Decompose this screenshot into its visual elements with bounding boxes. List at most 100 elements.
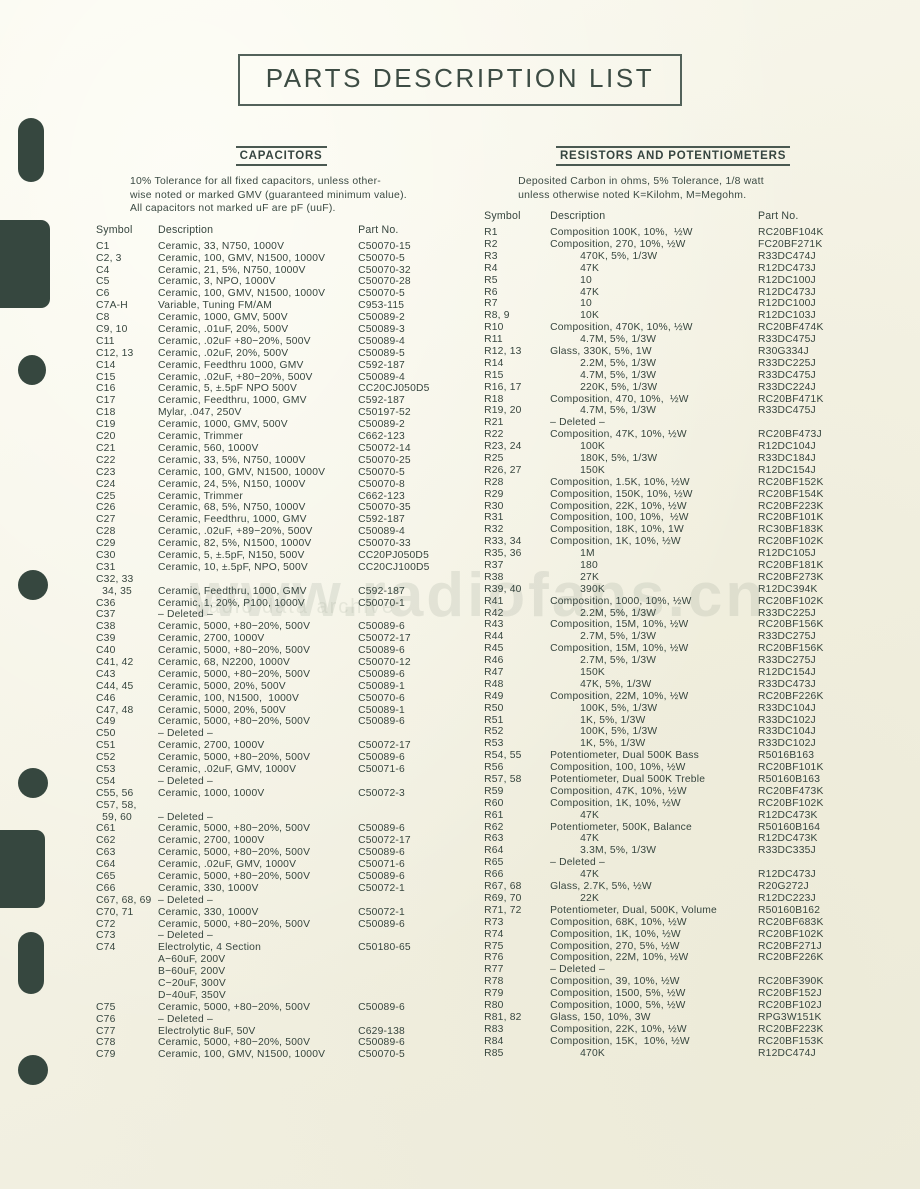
capacitors-description: Ceramic, Feedthru 1000, GMV [158,359,304,371]
table-row: R48 47K, 5%, 1/3W R33DC473J [484,678,862,692]
capacitors-part-number [358,967,466,979]
resistors-table-body: R1 Composition 100K, 10%, ½W RC20BF104K R2 C… [484,227,862,1061]
table-row: R19, 20 4.7M, 5%, 1/3W R33DC475J [484,406,862,418]
resistors-description: 220K, 5%, 1/3W [580,381,658,393]
table-row: C23 Ceramic, 100, GMV, N1500, 1000V C50070… [96,466,466,480]
resistors-column: RESISTORS AND POTENTIOMETERS Deposited C… [484,146,862,1062]
capacitors-description: Ceramic, 100, GMV, N1500, 1000V [158,466,326,478]
capacitors-part-number: C592-187 [358,585,405,597]
capacitors-part-number: C50070-25 [358,454,411,466]
capacitors-part-number: C50070-5 [358,466,405,478]
table-row: R64 3.3M, 5%, 1/3W R33DC335J [484,846,862,858]
resistors-description: Composition, 1.5K, 10%, ½W [550,476,690,488]
capacitors-description: Ceramic, 5000, +80−20%, 500V [158,668,311,680]
resistors-symbol: R83 [484,1023,504,1035]
resistors-table: Symbol Description Part No. R1 Compositio… [484,211,862,1060]
capacitors-col-description: Description [158,224,214,237]
capacitors-description: Ceramic, 330, 1000V [158,906,259,918]
capacitors-part-number: CC20CJ100D5 [358,561,430,573]
resistors-part-number: R33DC473J [758,678,816,690]
capacitors-description: Ceramic, 10, ±.5pF, NPO, 500V [158,561,308,573]
resistors-section-header: RESISTORS AND POTENTIOMETERS [484,146,862,166]
table-row: C57, 58, [96,800,466,813]
table-row: R85 470K R12DC474J [484,1047,862,1061]
capacitors-part-number [358,1015,466,1027]
capacitors-description: – Deleted – [158,1013,213,1025]
resistors-description: Potentiometer, Dual, 500K, Volume [550,904,717,916]
capacitors-table: Symbol Description Part No. C1 Ceramic, 3… [96,225,466,1062]
table-row: R28 Composition, 1.5K, 10%, ½W RC20BF152K [484,476,862,490]
resistors-part-number: R12DC473J [758,262,816,274]
resistors-symbol: R49 [484,690,504,702]
capacitors-part-number: C50072-3 [358,787,405,799]
capacitors-symbol: C23 [96,466,116,478]
table-row: C67, 68, 69 – Deleted – [96,895,466,908]
table-row: R84 Composition, 15K, 10%, ½W RC20BF153K [484,1035,862,1049]
capacitors-description: Ceramic, Feedthru, 1000, GMV [158,585,307,597]
resistors-description: Composition, 1000, 10%, ½W [550,595,692,607]
resistors-part-number: R33DC475J [758,405,816,417]
capacitors-description: Ceramic, .02uF, 20%, 500V [158,347,289,359]
resistors-symbol: R71, 72 [484,904,522,916]
resistors-part-number: RC20BF102K [758,797,824,809]
resistors-symbol: R15 [484,369,504,381]
capacitors-symbol: C74 [96,942,116,954]
resistors-part-number: R12DC154J [758,464,816,476]
resistors-part-number: RPG3W151K [758,1011,822,1023]
resistors-symbol: R74 [484,928,504,940]
punch-round-4 [18,1055,48,1085]
resistors-part-number: RC20BF226K [758,952,824,964]
capacitors-description: Ceramic, 330, 1000V [158,882,259,894]
capacitors-part-number [358,801,466,813]
resistors-description: Composition, 15K, 10%, ½W [550,1035,690,1047]
resistors-symbol: R38 [484,571,504,583]
capacitors-part-number: C50089-6 [358,1001,405,1013]
resistors-description: 27K [580,571,600,583]
capacitors-part-number: C50070-8 [358,478,405,490]
resistors-part-number: R33DC224J [758,381,816,393]
table-row: R39, 40 390K R12DC394K [484,583,862,597]
resistors-heading: RESISTORS AND POTENTIOMETERS [555,146,791,166]
resistors-part-number: R12DC473K [758,809,818,821]
table-row: C74 Electrolytic, 4 Section C50180-65 [96,943,466,955]
resistors-description: 150K [580,464,605,476]
resistors-symbol: R3 [484,250,498,262]
capacitors-part-number: C50072-1 [358,906,405,918]
table-row: C6 Ceramic, 100, GMV, N1500, 1000V C50070-… [96,289,466,301]
resistors-symbol: R73 [484,916,504,928]
capacitors-symbol: C46 [96,692,116,704]
resistors-description: 390K [580,583,605,595]
page-title-box: PARTS DESCRIPTION LIST [237,54,683,106]
table-row: C55, 56 Ceramic, 1000, 1000V C50072-3 [96,787,466,801]
capacitors-part-number: C50089-5 [358,347,405,359]
capacitors-symbol: 34, 35 [96,585,132,597]
table-row: C12, 13 Ceramic, .02uF, 20%, 500V C50089-5 [96,347,466,361]
resistors-symbol: R14 [484,357,504,369]
capacitors-symbol: C1 [96,240,110,252]
resistors-symbol: R5 [484,274,498,286]
resistors-symbol: R84 [484,1035,504,1047]
content-columns: CAPACITORS 10% Tolerance for all fixed c… [96,146,862,1062]
table-row: C31 Ceramic, 10, ±.5pF, NPO, 500V CC20CJ10… [96,561,466,575]
table-row: C32, 33 [96,574,466,587]
table-row: R60 Composition, 1K, 10%, ½W RC20BF102K [484,797,862,811]
note-line-2: All capacitors not marked uF are pF (uuF… [130,203,336,215]
punch-tab-1 [0,220,50,308]
capacitors-symbol: C2, 3 [96,252,122,264]
resistors-part-number: R33DC335J [758,845,816,857]
table-row: C19 Ceramic, 1000, GMV, 500V C50089-2 [96,420,466,432]
table-row: C72 Ceramic, 5000, +80−20%, 500V C50089-6 [96,918,466,932]
capacitors-header-row: Symbol Description Part No. [96,225,466,242]
table-row: C70, 71 Ceramic, 330, 1000V C50072-1 [96,906,466,920]
capacitors-description [158,801,358,813]
capacitors-part-number: C50070-6 [358,692,405,704]
capacitors-part-number: C50089-6 [358,918,405,930]
resistors-part-number: RC20BF273K [758,571,824,583]
capacitors-description: Ceramic, 33, N750, 1000V [158,240,285,252]
capacitors-part-number [358,575,466,587]
capacitors-symbol: C79 [96,1049,116,1061]
capacitors-description: Ceramic, 5000, +80−20%, 500V [158,1001,311,1013]
table-row: C36 Ceramic, 1, 20%, P100, 1000V C50070-1 [96,598,466,611]
capacitors-part-number [358,896,466,908]
resistors-description: 470K [580,1047,605,1059]
